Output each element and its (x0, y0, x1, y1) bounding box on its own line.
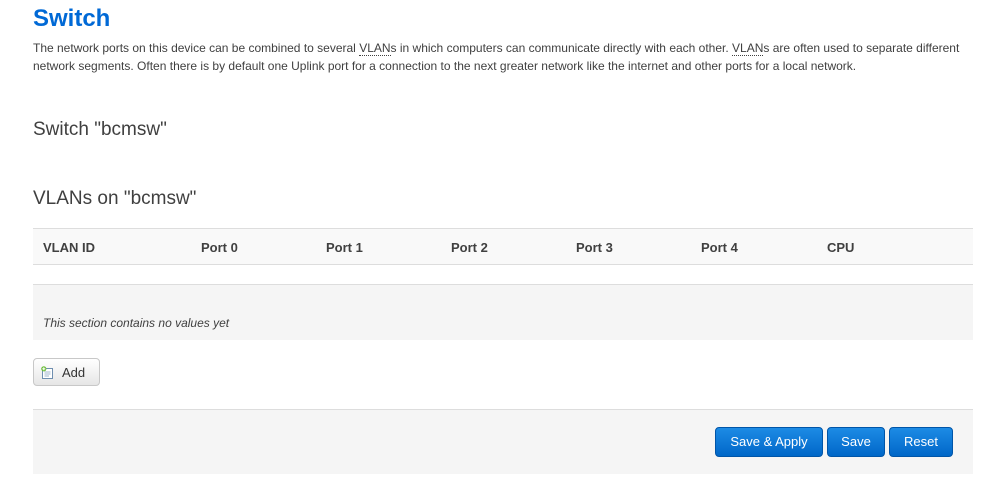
column-header-port-4: Port 4 (701, 240, 738, 255)
save-button[interactable]: Save (827, 427, 885, 457)
description-text-2: s in which computers can communicate dir… (390, 41, 733, 55)
reset-button[interactable]: Reset (889, 427, 953, 457)
column-header-cpu: CPU (827, 240, 855, 255)
switch-section-title: Switch "bcmsw" (33, 119, 167, 140)
action-footer: Save & Apply Save Reset (33, 409, 973, 474)
description-text-1: The network ports on this device can be … (33, 41, 360, 55)
column-header-port-2: Port 2 (451, 240, 488, 255)
add-document-icon (41, 366, 54, 379)
vlan-abbr-2: VLAN (732, 41, 764, 56)
column-header-port-1: Port 1 (326, 240, 363, 255)
add-button[interactable]: Add (33, 358, 100, 386)
column-header-vlan-id: VLAN ID (43, 240, 95, 255)
page-description: The network ports on this device can be … (33, 39, 963, 75)
empty-table-row: This section contains no values yet (33, 284, 973, 340)
empty-message: This section contains no values yet (43, 316, 230, 330)
add-button-label: Add (62, 365, 86, 380)
column-header-port-0: Port 0 (201, 240, 238, 255)
vlan-section-title: VLANs on "bcmsw" (33, 188, 197, 209)
column-header-port-3: Port 3 (576, 240, 613, 255)
page-title: Switch (33, 5, 111, 32)
page: Switch The network ports on this device … (0, 0, 999, 478)
save-apply-button[interactable]: Save & Apply (715, 427, 823, 457)
vlan-table-header: VLAN ID Port 0 Port 1 Port 2 Port 3 Port… (33, 228, 973, 265)
vlan-abbr-1: VLAN (359, 41, 391, 56)
